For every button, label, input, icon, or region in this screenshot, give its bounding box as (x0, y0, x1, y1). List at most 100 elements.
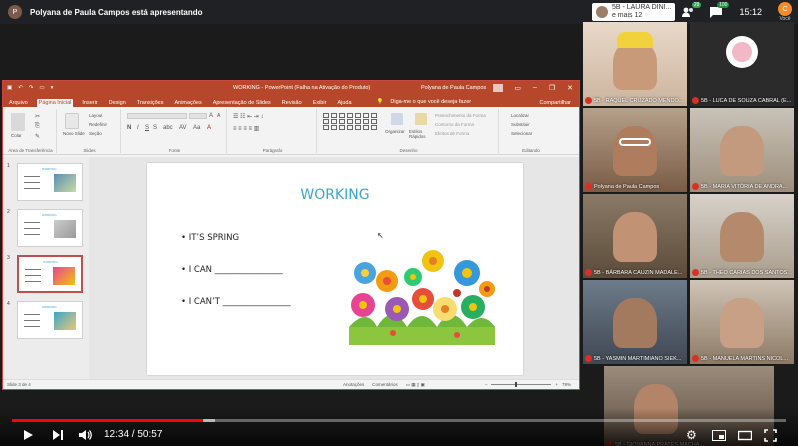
participant-chip[interactable]: 5B - LAURA DINI... e mais 12 (591, 3, 676, 21)
zoom-in-icon[interactable]: + (555, 382, 558, 387)
participant-tile[interactable]: 5B - LUCA DE SOUZA CABRAL (E... (690, 22, 794, 106)
align-icons[interactable]: ≡ ≡ ≡ ≡ ▥ (233, 125, 259, 132)
tab-6[interactable]: Apresentação de Slides (211, 99, 273, 107)
notes-button[interactable]: Anotações (343, 382, 364, 388)
tab-8[interactable]: Exibir (311, 99, 329, 107)
replace-button[interactable]: Substituir (511, 122, 530, 127)
thumb-image (54, 220, 76, 238)
zoom-out-icon[interactable]: – (485, 382, 488, 387)
participant-tile[interactable]: 5B - YASMIN MARTIMIANO SIEK... (583, 280, 687, 364)
drawing-group: Organizar Estilos Rápidos Preenchimento … (319, 109, 499, 153)
arrange-icon[interactable] (391, 113, 403, 125)
select-button[interactable]: Selecionar (511, 131, 532, 136)
tab-4[interactable]: Transições (135, 99, 166, 107)
thumb-line (24, 234, 40, 235)
comments-button[interactable]: Comentários (372, 382, 398, 388)
case-icon[interactable]: Aa (193, 125, 200, 131)
redo-icon[interactable]: ↷ (29, 85, 34, 91)
tell-me-search[interactable]: 💡 Diga-me o que você deseja fazer (373, 97, 476, 107)
font-color-icon[interactable]: A (207, 125, 211, 131)
present-icon[interactable]: ▭ (39, 85, 44, 91)
slide-thumbnail[interactable]: WORKING (17, 255, 83, 293)
font-size-select[interactable] (189, 113, 207, 119)
tab-5[interactable]: Animações (172, 99, 203, 107)
play-icon[interactable] (22, 428, 34, 442)
slide-bullet: • IT’S SPRING (181, 233, 240, 243)
participant-video (617, 32, 653, 48)
zoom-slider[interactable] (491, 382, 552, 387)
settings-gear-icon[interactable]: ⚙ (686, 428, 697, 442)
chip-more: e mais 12 (611, 12, 643, 19)
shape-effects-button[interactable]: Efeitos de Forma (435, 131, 469, 136)
tab-9[interactable]: Ajuda (335, 99, 353, 107)
shape-outline-button[interactable]: Contorno da Forma (435, 122, 474, 127)
copy-icon[interactable]: ⎘ (35, 123, 40, 130)
participant-tile[interactable]: 5B - MARIA VITÓRIA DE ANDRA... (690, 108, 794, 192)
next-icon[interactable] (52, 428, 64, 442)
minimize-icon[interactable]: – (533, 84, 537, 92)
thumb-line (24, 320, 40, 321)
slide-counter: Slide 3 de 4 (7, 382, 31, 387)
section-button[interactable]: Seção (89, 131, 102, 136)
shrink-font-icon[interactable]: A (217, 113, 220, 119)
tab-7[interactable]: Revisão (280, 99, 304, 107)
cut-icon[interactable]: ✂ (35, 113, 40, 120)
italic-icon[interactable]: I (137, 125, 139, 131)
font-family-select[interactable] (127, 113, 187, 119)
share-button[interactable]: Compartilhar (538, 99, 573, 107)
participant-tile[interactable]: Polyana de Paula Campos (583, 108, 687, 192)
quick-styles-label[interactable]: Estilos Rápidos (409, 129, 431, 139)
maximize-icon[interactable]: ❐ (549, 84, 555, 92)
paste-icon[interactable] (11, 113, 25, 131)
chat-icon[interactable]: 100 (709, 2, 730, 19)
zoom-control[interactable]: – + 79% (485, 382, 571, 387)
me-indicator[interactable]: C Você (778, 2, 792, 22)
new-slide-label[interactable]: Novo Slide (63, 131, 85, 136)
close-icon[interactable]: ✕ (567, 84, 573, 92)
shapes-gallery[interactable] (323, 113, 378, 130)
status-center: Anotações Comentários ▭ ▦ ▯ ▣ (343, 382, 425, 388)
find-button[interactable]: Localizar (511, 113, 529, 118)
people-icon[interactable]: 29 (681, 2, 702, 19)
fullscreen-icon[interactable] (764, 428, 777, 442)
thumb-line (24, 222, 40, 223)
undo-icon[interactable]: ↶ (18, 85, 23, 91)
customize-icon[interactable]: ▾ (51, 85, 54, 91)
bullets-icon[interactable]: ☰ ☷ ⇤ ⇥ ↕ (233, 113, 263, 120)
format-painter-icon[interactable]: ✎ (35, 133, 40, 140)
participant-tile[interactable]: 5B - BÁRBARA CAUZIN MADALE... (583, 194, 687, 278)
tab-0[interactable]: Arquivo (7, 99, 30, 107)
volume-icon[interactable] (78, 428, 92, 442)
miniplayer-icon[interactable] (712, 428, 726, 442)
bold-icon[interactable]: N (127, 125, 131, 131)
strike-icon[interactable]: abc (163, 125, 173, 131)
played-bar (12, 419, 204, 422)
arrange-label[interactable]: Organizar (385, 129, 405, 134)
layout-button[interactable]: Layout (89, 113, 103, 118)
new-slide-icon[interactable] (65, 113, 79, 129)
participant-tile[interactable]: 5B - THÉO CARIAS DOS SANTOS... (690, 194, 794, 278)
underline-icon[interactable]: S (145, 125, 149, 131)
tab-3[interactable]: Design (107, 99, 128, 107)
tab-1[interactable]: Página Inicial (36, 99, 74, 107)
thumb-line (24, 182, 40, 183)
tab-2[interactable]: Inserir (80, 99, 99, 107)
slide-thumbnail[interactable]: WORKING (17, 163, 83, 201)
time-display: 12:34 / 50:57 (104, 429, 163, 440)
grow-font-icon[interactable]: A (209, 113, 213, 119)
reset-button[interactable]: Redefinir (89, 122, 107, 127)
quick-styles-icon[interactable] (415, 113, 427, 125)
shadow-icon[interactable]: S (153, 125, 157, 131)
theater-mode-icon[interactable] (738, 428, 752, 442)
participant-tile[interactable]: 5B - MANUELA MARTINS NICOL... (690, 280, 794, 364)
save-icon[interactable]: ▣ (7, 85, 12, 91)
progress-bar[interactable] (12, 419, 786, 422)
spacing-icon[interactable]: AV (179, 125, 187, 131)
slide-thumbnail[interactable]: WORKING (17, 209, 83, 247)
ribbon-display-icon[interactable]: ▭ (514, 84, 521, 92)
current-slide[interactable]: WORKING • IT’S SPRING • I CAN __________… (147, 163, 523, 375)
participant-tile[interactable]: 5B - RAQUEL CRUZADO MENDO... (583, 22, 687, 106)
slide-thumbnail[interactable]: WORKING (17, 301, 83, 339)
view-buttons-icon[interactable]: ▭ ▦ ▯ ▣ (406, 382, 425, 388)
shape-fill-button[interactable]: Preenchimento da Forma (435, 113, 486, 118)
